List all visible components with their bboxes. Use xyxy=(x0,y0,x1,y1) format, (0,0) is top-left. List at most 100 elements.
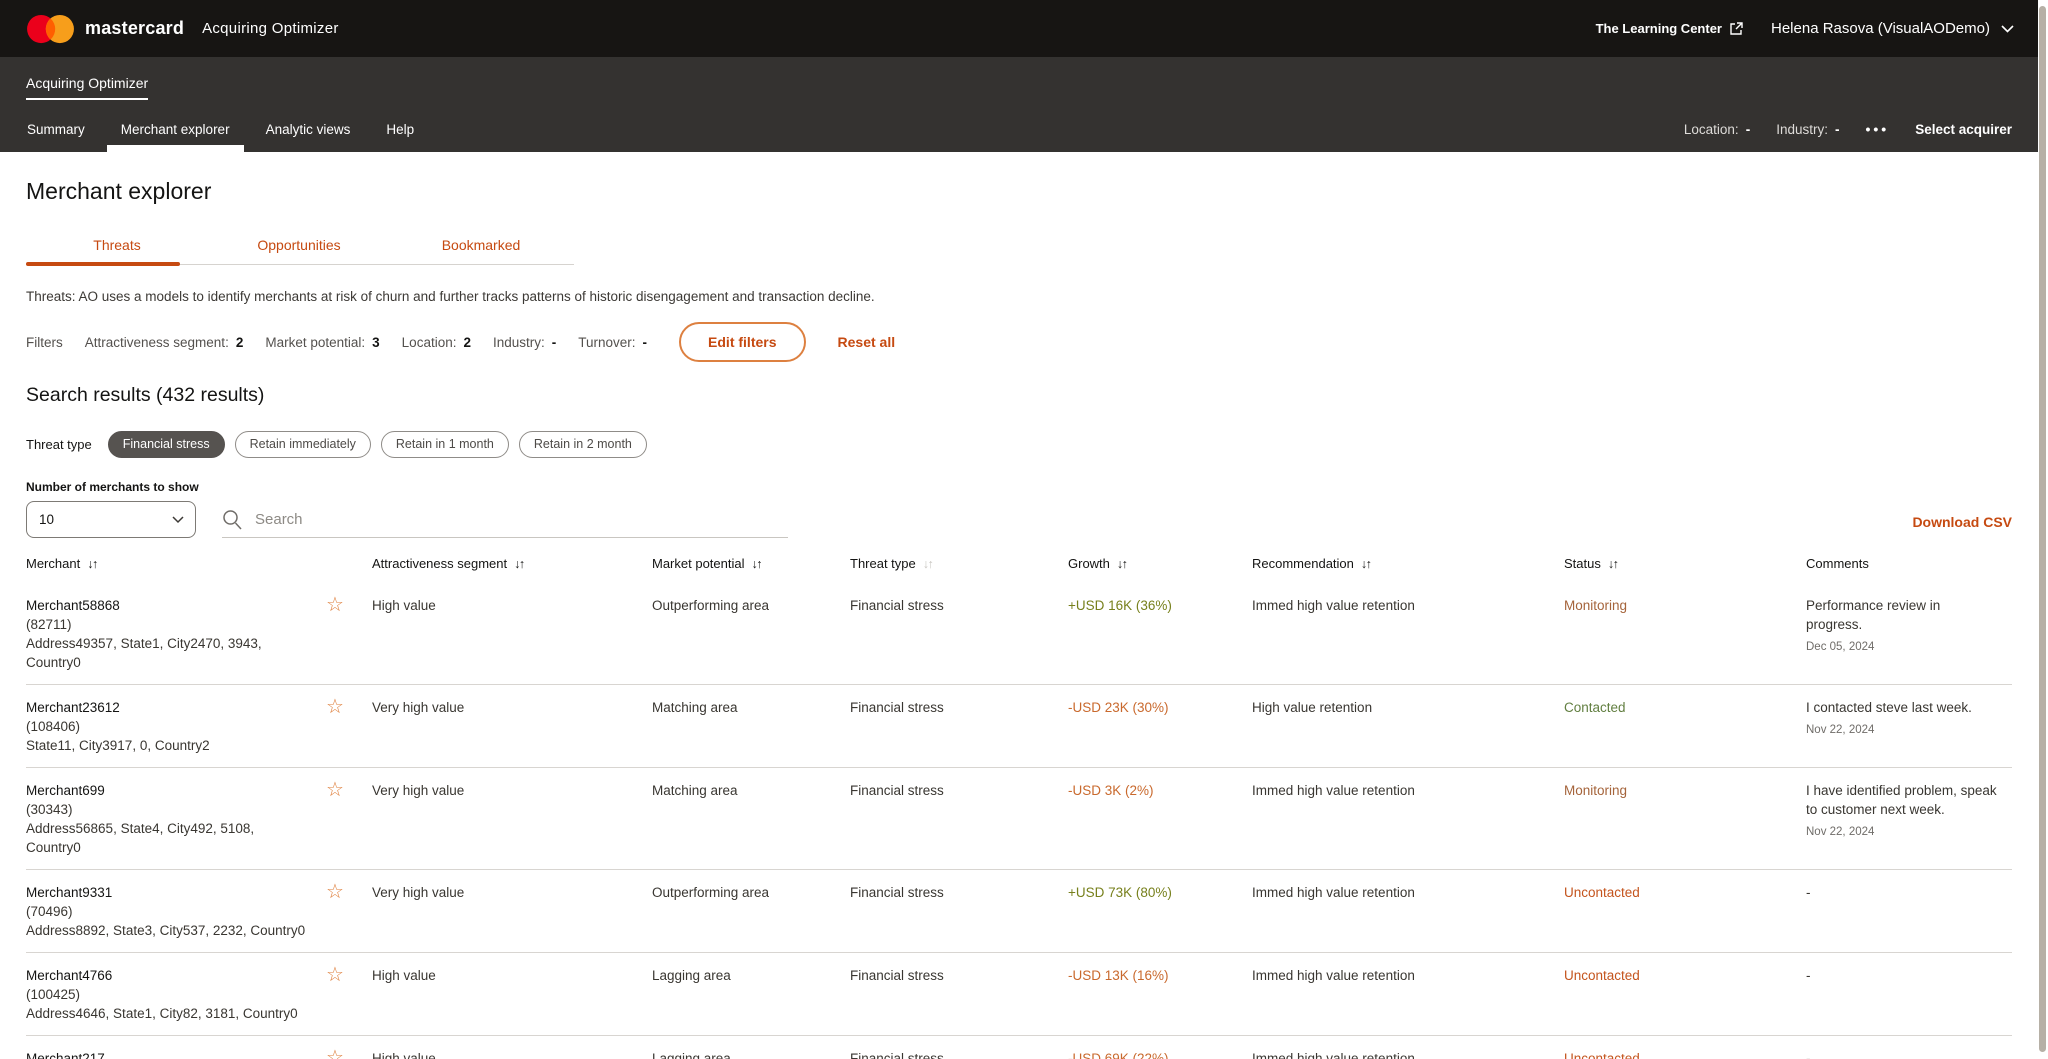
reset-all-button[interactable]: Reset all xyxy=(838,334,896,350)
download-csv-button[interactable]: Download CSV xyxy=(1912,514,2012,530)
merchant-name[interactable]: Merchant4766 xyxy=(26,966,312,985)
recommendation-value: Immed high value retention xyxy=(1252,966,1564,985)
select-acquirer-button[interactable]: Select acquirer xyxy=(1915,122,2012,137)
column-growth[interactable]: Growth↓↑ xyxy=(1068,556,1252,571)
comment-text: I contacted steve last week. xyxy=(1806,698,1998,717)
comment-text: Performance review in progress. xyxy=(1806,596,1998,634)
sort-icon: ↓↑ xyxy=(514,557,524,571)
threat-type-value: Financial stress xyxy=(850,781,1068,800)
recommendation-value: Immed high value retention xyxy=(1252,1049,1564,1059)
attractiveness-segment-value: High value xyxy=(372,1049,652,1059)
chevron-down-icon xyxy=(2001,25,2014,33)
growth-value: +USD 73K (80%) xyxy=(1068,883,1252,902)
search-input[interactable] xyxy=(255,511,788,528)
tab-merchant-explorer[interactable]: Merchant explorer xyxy=(107,106,244,152)
recommendation-value: Immed high value retention xyxy=(1252,883,1564,902)
threat-type-value: Financial stress xyxy=(850,596,1068,615)
tab-help[interactable]: Help xyxy=(372,106,428,152)
table-row[interactable]: Merchant217 (66992) Address216, State0, … xyxy=(26,1036,2012,1059)
status-value: Uncontacted xyxy=(1564,966,1806,985)
product-tab[interactable]: Acquiring Optimizer xyxy=(26,75,148,100)
filter-turnover: Turnover:- xyxy=(578,335,647,350)
chip-retain-2-month[interactable]: Retain in 2 month xyxy=(519,431,647,458)
bookmark-star-icon[interactable]: ☆ xyxy=(326,966,344,985)
tab-opportunities[interactable]: Opportunities xyxy=(208,237,390,264)
table-row[interactable]: Merchant4766 (100425) Address4646, State… xyxy=(26,953,2012,1036)
merchant-name[interactable]: Merchant58868 xyxy=(26,596,312,615)
column-status[interactable]: Status↓↑ xyxy=(1564,556,1806,571)
column-comments: Comments xyxy=(1806,556,2012,571)
attractiveness-segment-value: Very high value xyxy=(372,883,652,902)
bookmark-star-icon[interactable]: ☆ xyxy=(326,1049,344,1059)
growth-value: -USD 13K (16%) xyxy=(1068,966,1252,985)
sub-navigation: Acquiring Optimizer Summary Merchant exp… xyxy=(0,57,2038,152)
sort-icon: ↓↑ xyxy=(1117,557,1127,571)
column-merchant[interactable]: Merchant↓↑ xyxy=(26,556,326,571)
scrollbar-thumb[interactable] xyxy=(2039,6,2046,1052)
attractiveness-segment-value: High value xyxy=(372,966,652,985)
user-menu[interactable]: Helena Rasova (VisualAODemo) xyxy=(1771,20,2014,37)
table-row[interactable]: Merchant9331 (70496) Address8892, State3… xyxy=(26,870,2012,953)
chip-financial-stress[interactable]: Financial stress xyxy=(108,431,225,458)
merchant-id: (100425) xyxy=(26,985,312,1004)
table-row[interactable]: Merchant23612 (108406) State11, City3917… xyxy=(26,685,2012,768)
tab-summary[interactable]: Summary xyxy=(13,106,99,152)
attractiveness-segment-value: High value xyxy=(372,596,652,615)
merchant-name[interactable]: Merchant217 xyxy=(26,1049,312,1059)
sort-icon: ↓↑ xyxy=(1361,557,1371,571)
top-header: mastercard Acquiring Optimizer The Learn… xyxy=(0,0,2038,57)
market-potential-value: Matching area xyxy=(652,698,850,717)
merchant-name[interactable]: Merchant9331 xyxy=(26,883,312,902)
external-link-icon xyxy=(1730,22,1743,35)
filter-location: Location:2 xyxy=(402,335,471,350)
market-potential-value: Lagging area xyxy=(652,966,850,985)
market-potential-value: Outperforming area xyxy=(652,596,850,615)
edit-filters-button[interactable]: Edit filters xyxy=(679,322,805,362)
bookmark-star-icon[interactable]: ☆ xyxy=(326,883,344,902)
search-field xyxy=(222,501,788,538)
recommendation-value: Immed high value retention xyxy=(1252,781,1564,800)
industry-summary: Industry:- xyxy=(1776,122,1839,137)
sort-icon: ↓↑ xyxy=(752,557,762,571)
table-row[interactable]: Merchant699 (30343) Address56865, State4… xyxy=(26,768,2012,870)
merchant-id: (82711) xyxy=(26,615,312,634)
column-recommendation[interactable]: Recommendation↓↑ xyxy=(1252,556,1564,571)
chevron-down-icon xyxy=(172,516,184,524)
app-title: Acquiring Optimizer xyxy=(202,20,339,37)
chip-retain-1-month[interactable]: Retain in 1 month xyxy=(381,431,509,458)
chip-retain-immediately[interactable]: Retain immediately xyxy=(235,431,371,458)
table-body: Merchant58868 (82711) Address49357, Stat… xyxy=(26,583,2012,1059)
page-title: Merchant explorer xyxy=(26,178,2012,205)
tab-analytic-views[interactable]: Analytic views xyxy=(252,106,365,152)
column-market-potential[interactable]: Market potential↓↑ xyxy=(652,556,850,571)
column-threat-type[interactable]: Threat type↓↑ xyxy=(850,556,1068,571)
learning-center-link[interactable]: The Learning Center xyxy=(1596,21,1743,36)
brand-wordmark: mastercard xyxy=(85,18,184,39)
threat-type-value: Financial stress xyxy=(850,883,1068,902)
threat-type-value: Financial stress xyxy=(850,698,1068,717)
recommendation-value: Immed high value retention xyxy=(1252,596,1564,615)
table-row[interactable]: Merchant58868 (82711) Address49357, Stat… xyxy=(26,583,2012,685)
merchant-name[interactable]: Merchant23612 xyxy=(26,698,312,717)
comment-text: I have identified problem, speak to cust… xyxy=(1806,781,1998,819)
merchant-name[interactable]: Merchant699 xyxy=(26,781,312,800)
filters-label: Filters xyxy=(26,335,63,350)
bookmark-star-icon[interactable]: ☆ xyxy=(326,596,344,615)
threat-type-filter: Threat type Financial stress Retain imme… xyxy=(26,431,2012,458)
merchant-count-select[interactable]: 10 xyxy=(26,501,196,538)
sort-icon: ↓↑ xyxy=(923,557,933,571)
more-options-icon[interactable]: ••• xyxy=(1865,121,1889,137)
tab-bookmarked[interactable]: Bookmarked xyxy=(390,237,572,264)
status-value: Uncontacted xyxy=(1564,1049,1806,1059)
explorer-tabs: Threats Opportunities Bookmarked xyxy=(26,237,574,265)
bookmark-star-icon[interactable]: ☆ xyxy=(326,781,344,800)
comment-date: Nov 22, 2024 xyxy=(1806,823,1998,842)
comment-text: - xyxy=(1806,883,1998,902)
growth-value: +USD 16K (36%) xyxy=(1068,596,1252,615)
tab-threats[interactable]: Threats xyxy=(26,237,208,264)
sort-icon: ↓↑ xyxy=(87,557,97,571)
bookmark-star-icon[interactable]: ☆ xyxy=(326,698,344,717)
comment-text: - xyxy=(1806,966,1998,985)
column-attractiveness-segment[interactable]: Attractiveness segment↓↑ xyxy=(372,556,652,571)
vertical-scrollbar[interactable] xyxy=(2038,0,2048,1059)
